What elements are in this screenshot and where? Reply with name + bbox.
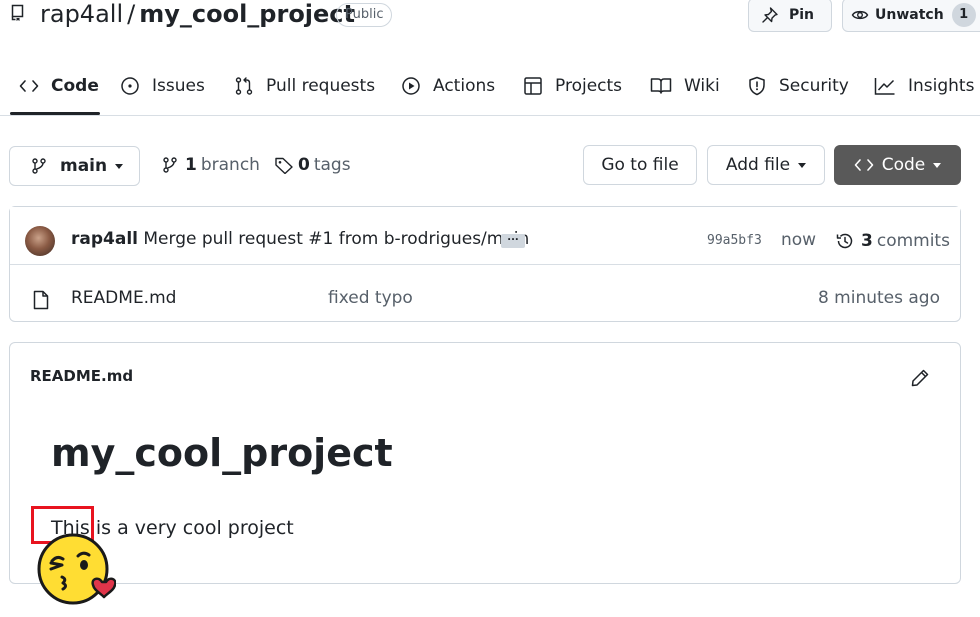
file-commit-message-link[interactable]: fixed typo bbox=[328, 288, 413, 308]
tags-link[interactable]: 0 tags bbox=[274, 152, 351, 178]
commit-count: 3 bbox=[861, 231, 873, 251]
branch-name: main bbox=[60, 156, 108, 176]
visibility-badge: Public bbox=[336, 3, 393, 27]
tab-insights-label: Insights bbox=[908, 76, 975, 96]
file-row[interactable]: README.md fixed typo 8 minutes ago bbox=[10, 265, 960, 321]
commit-time: now bbox=[781, 230, 817, 250]
pin-label: Pin bbox=[789, 7, 815, 23]
readme-filename[interactable]: README.md bbox=[30, 367, 133, 385]
pencil-icon[interactable] bbox=[910, 368, 930, 388]
commit-author-link[interactable]: rap4all bbox=[71, 229, 138, 249]
tab-pull-requests-label: Pull requests bbox=[266, 76, 376, 96]
commits-history-link[interactable]: 3 commits bbox=[835, 229, 950, 253]
tab-pull-requests[interactable]: Pull requests bbox=[234, 72, 375, 100]
repo-owner-link[interactable]: rap4all bbox=[40, 0, 123, 28]
file-browser: rap4all Merge pull request #1 from b-rod… bbox=[9, 206, 961, 322]
git-branch-icon bbox=[32, 158, 46, 174]
branch-selector[interactable]: main bbox=[9, 146, 140, 186]
play-icon bbox=[402, 77, 420, 95]
latest-commit-message: rap4all Merge pull request #1 from b-rod… bbox=[71, 229, 529, 249]
tab-wiki-label: Wiki bbox=[684, 76, 720, 96]
tab-actions-label: Actions bbox=[433, 76, 496, 96]
add-file-button[interactable]: Add file bbox=[707, 145, 825, 185]
add-file-label: Add file bbox=[725, 155, 791, 175]
selected-tab-indicator bbox=[10, 112, 100, 115]
tab-projects[interactable]: Projects bbox=[523, 72, 622, 100]
pin-icon bbox=[762, 7, 778, 23]
repo-separator: / bbox=[127, 0, 136, 28]
expand-commit-button[interactable]: ... bbox=[501, 233, 525, 248]
table-icon bbox=[524, 77, 542, 95]
readme-heading: my_cool_project bbox=[51, 431, 393, 475]
commit-word: commits bbox=[876, 231, 950, 251]
tab-issues-label: Issues bbox=[152, 76, 205, 96]
repo-name-link[interactable]: my_cool_project bbox=[139, 0, 355, 28]
commit-message-link[interactable]: Merge pull request #1 from b-rodrigues/m… bbox=[143, 229, 529, 249]
eye-icon bbox=[851, 10, 869, 20]
readme-panel: README.md my_cool_project This is a very… bbox=[9, 342, 961, 584]
readme-header: README.md bbox=[10, 343, 960, 411]
git-pull-request-icon bbox=[235, 77, 253, 95]
tab-actions[interactable]: Actions bbox=[401, 72, 495, 100]
code-icon bbox=[854, 159, 874, 171]
tab-security-label: Security bbox=[779, 76, 849, 96]
tab-security[interactable]: Security bbox=[747, 72, 849, 100]
pin-button[interactable]: Pin bbox=[748, 0, 832, 32]
tab-wiki[interactable]: Wiki bbox=[650, 72, 720, 100]
tag-count: 0 bbox=[298, 155, 310, 175]
branch-word: branch bbox=[200, 155, 260, 175]
commit-sha-link[interactable]: 99a5bf3 bbox=[707, 233, 762, 248]
go-to-file-button[interactable]: Go to file bbox=[583, 145, 697, 185]
repo-title: rap4all / my_cool_project bbox=[40, 0, 355, 30]
tag-word: tags bbox=[313, 155, 351, 175]
code-icon bbox=[19, 80, 39, 92]
tab-insights[interactable]: Insights bbox=[874, 72, 974, 100]
watch-counter: 1 bbox=[951, 3, 976, 27]
branches-link[interactable]: 1 branch bbox=[161, 152, 260, 178]
branch-count: 1 bbox=[185, 155, 197, 175]
shield-icon bbox=[749, 76, 765, 96]
repo-icon bbox=[11, 4, 24, 21]
latest-commit-bar: rap4all Merge pull request #1 from b-rod… bbox=[10, 207, 960, 265]
chevron-down-icon bbox=[115, 163, 124, 169]
tag-icon bbox=[275, 157, 293, 174]
chevron-down-icon bbox=[933, 162, 942, 168]
code-button-label: Code bbox=[881, 155, 926, 175]
history-icon bbox=[836, 233, 853, 249]
repo-nav-tabs: Code Issues Pull requests Actions Projec… bbox=[0, 60, 980, 116]
graph-icon bbox=[874, 78, 895, 95]
issue-opened-icon bbox=[121, 77, 139, 95]
file-name-link[interactable]: README.md bbox=[71, 288, 176, 308]
code-dropdown-button[interactable]: Code bbox=[834, 145, 961, 185]
avatar[interactable] bbox=[25, 226, 55, 256]
go-to-file-label: Go to file bbox=[601, 155, 679, 175]
file-icon bbox=[33, 290, 49, 310]
tab-code-label: Code bbox=[51, 76, 99, 96]
tab-projects-label: Projects bbox=[555, 76, 623, 96]
repo-header: rap4all / my_cool_project Public Pin Unwat… bbox=[0, 0, 980, 34]
tab-issues[interactable]: Issues bbox=[120, 72, 205, 100]
unwatch-button[interactable]: Unwatch 1 bbox=[842, 0, 980, 32]
kissing-face-with-heart-icon bbox=[37, 533, 116, 605]
tab-code[interactable]: Code bbox=[19, 72, 99, 100]
unwatch-label: Unwatch bbox=[875, 7, 944, 23]
git-branch-icon bbox=[163, 157, 177, 173]
chevron-down-icon bbox=[798, 162, 807, 168]
file-age: 8 minutes ago bbox=[817, 288, 940, 308]
book-icon bbox=[650, 78, 672, 94]
